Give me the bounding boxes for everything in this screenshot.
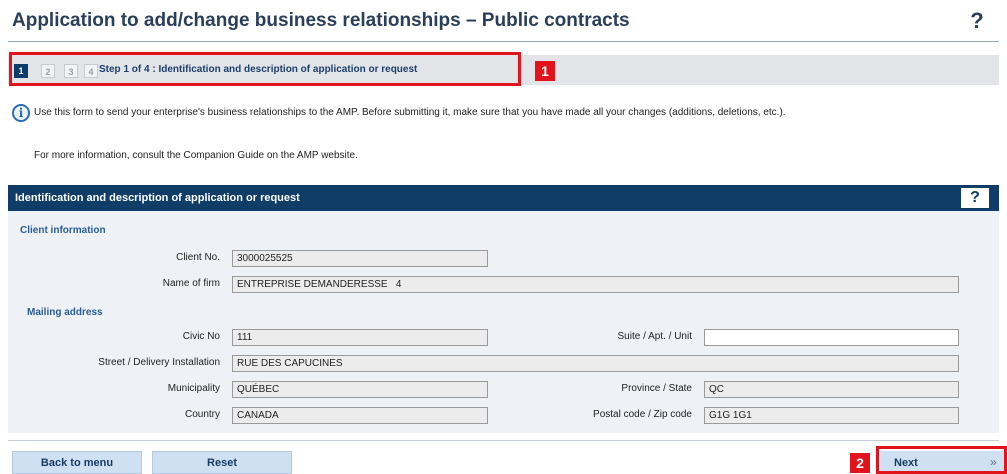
firm-field[interactable]: ENTREPRISE DEMANDERESSE 4 (232, 276, 959, 293)
reset-button[interactable]: Reset (152, 451, 292, 474)
civic-label: Civic No (182, 331, 220, 342)
bottom-divider (8, 440, 999, 441)
step-highlight-box (9, 52, 521, 86)
section-help-icon[interactable]: ? (961, 188, 989, 208)
province-label: Province / State (621, 383, 692, 394)
client-no-field[interactable]: 3000025525 (232, 250, 488, 267)
street-label: Street / Delivery Installation (98, 357, 220, 368)
municipality-field[interactable]: QUÉBEC (232, 381, 488, 398)
section-title: Identification and description of applic… (15, 192, 300, 204)
mailing-title: Mailing address (27, 307, 103, 318)
info-icon: i (12, 104, 30, 122)
annotation-badge-1: 1 (535, 61, 555, 81)
street-field[interactable]: RUE DES CAPUCINES (232, 355, 959, 372)
client-no-label: Client No. (176, 252, 220, 263)
postal-label: Postal code / Zip code (593, 409, 692, 420)
annotation-badge-2: 2 (850, 453, 870, 473)
firm-label: Name of firm (162, 278, 220, 289)
suite-field[interactable] (704, 329, 959, 346)
info-more-text: For more information, consult the Compan… (34, 150, 358, 161)
suite-label: Suite / Apt. / Unit (617, 331, 692, 342)
next-highlight-box (876, 446, 1007, 474)
country-label: Country (184, 409, 220, 420)
info-text: Use this form to send your enterprise's … (34, 107, 786, 118)
client-info-title: Client information (20, 225, 106, 236)
municipality-label: Municipality (167, 383, 220, 394)
form-panel (8, 211, 999, 433)
back-to-menu-button[interactable]: Back to menu (12, 451, 142, 474)
page-help-icon[interactable]: ? (962, 8, 992, 34)
civic-field[interactable]: 111 (232, 329, 488, 346)
postal-field[interactable]: G1G 1G1 (704, 407, 959, 424)
province-field[interactable]: QC (704, 381, 959, 398)
page-title: Application to add/change business relat… (12, 10, 630, 31)
country-field[interactable]: CANADA (232, 407, 488, 424)
title-divider (8, 41, 999, 42)
